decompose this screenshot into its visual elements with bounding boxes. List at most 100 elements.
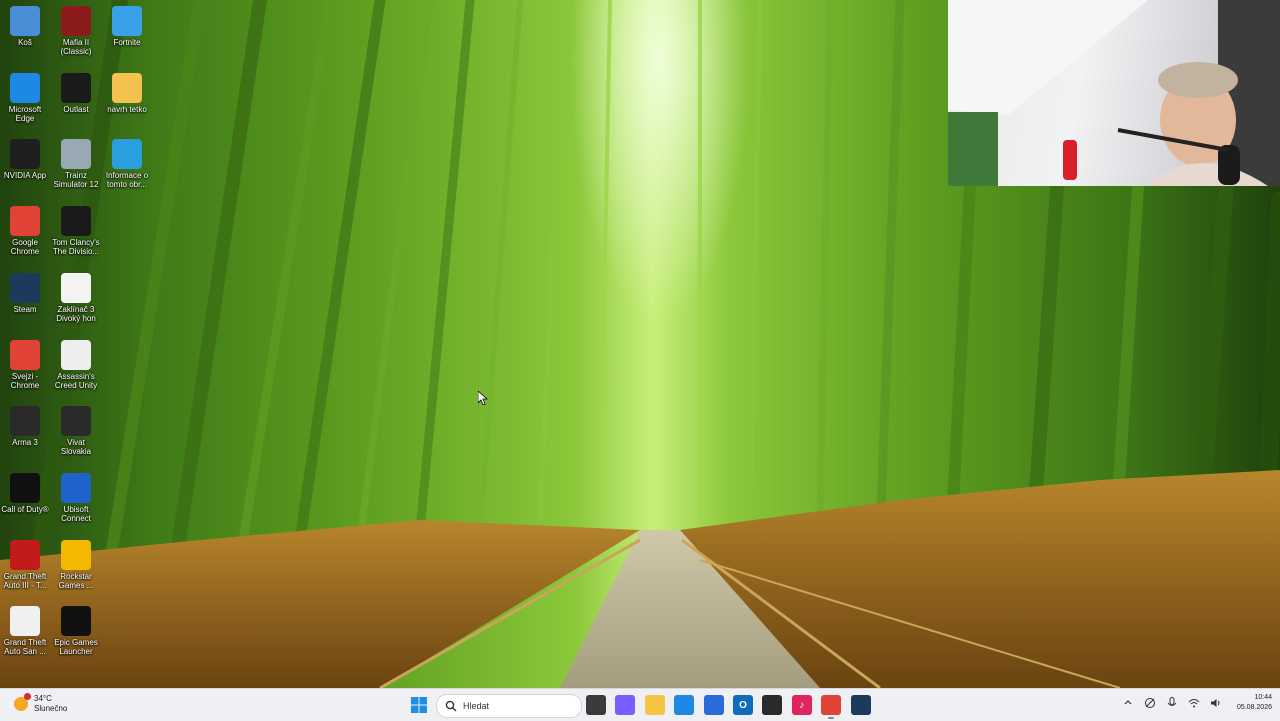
desktop-icon[interactable]: Microsoft Edge <box>0 69 50 123</box>
arma-icon <box>10 406 40 437</box>
search-icon <box>445 700 457 712</box>
webcam-overlay <box>948 0 1280 186</box>
desktop-icon-label: Microsoft Edge <box>8 104 42 123</box>
desktop-icon[interactable]: Steam <box>0 269 50 314</box>
nvidia-icon <box>10 139 40 170</box>
weather-condition: Slunečno <box>34 704 68 713</box>
taskbar-chrome-button[interactable] <box>821 695 842 719</box>
desktop-icon-label: Trainz Simulator 12 <box>53 171 99 190</box>
desktop-icon[interactable]: Trainz Simulator 12 <box>51 135 101 189</box>
taskbar-file-explorer-button[interactable] <box>644 695 665 715</box>
desktop-icon-label: Svejzi - Chrome <box>10 371 40 390</box>
webcam-person-image <box>948 0 1280 186</box>
desktop-icon[interactable]: Mafia II (Classic) <box>51 2 101 56</box>
desktop-icon-label: NVIDIA App <box>3 171 47 181</box>
cursor-arrow-icon <box>477 390 489 406</box>
desktop-icon[interactable]: Vivat Slovakia <box>51 402 101 456</box>
epic-games-icon <box>61 606 91 637</box>
desktop-icon-label: Zaklínač 3 Divoký hon <box>56 304 96 323</box>
gta3-icon <box>10 539 40 570</box>
edge-icon <box>10 72 40 103</box>
vivat-icon <box>61 406 91 437</box>
desktop-icon[interactable]: Grand Theft Auto San ... <box>0 602 50 656</box>
desktop-icon-label: Steam <box>13 304 37 314</box>
desktop-icon-label: Informace o tomto obr... <box>105 171 149 190</box>
outlook-icon: O <box>739 699 747 711</box>
tiktok-icon: ♪ <box>799 699 805 711</box>
desktop-icon-label: Ubisoft Connect <box>61 504 91 523</box>
steam-icon <box>10 272 40 303</box>
taskbar-search[interactable]: Hledat <box>436 694 582 718</box>
windows-logo-icon <box>411 697 427 713</box>
network-off-icon[interactable] <box>1143 696 1157 710</box>
desktop-icon-label: Call of Duty® <box>1 504 49 514</box>
fortnite-icon <box>112 6 142 36</box>
desktop-icon[interactable]: Tom Clancy's The Divisio... <box>51 202 101 256</box>
taskbar-steam-button[interactable] <box>850 695 871 715</box>
desktop-icon[interactable]: Google Chrome <box>0 202 50 256</box>
taskbar-edge-button[interactable] <box>674 695 695 715</box>
taskbar: 34°C Slunečno Hledat O ♪ 10:44 05.08.202… <box>0 688 1280 721</box>
chevron-up-icon[interactable] <box>1121 696 1135 710</box>
info-icon <box>112 139 142 170</box>
desktop-icon[interactable]: Zaklínač 3 Divoký hon <box>51 269 101 323</box>
taskbar-obs-button[interactable] <box>762 695 783 715</box>
wifi-icon[interactable] <box>1187 696 1201 710</box>
desktop-icon[interactable]: Grand Theft Auto III - T... <box>0 536 50 590</box>
clock-time: 10:44 <box>1254 694 1272 701</box>
taskbar-task-view-button[interactable] <box>586 695 606 715</box>
notification-badge <box>24 693 31 700</box>
desktop-icon[interactable]: Outlast <box>51 69 101 114</box>
desktop-icon-label: Arma 3 <box>12 438 38 448</box>
desktop-icon-label: Epic Games Launcher <box>54 638 98 657</box>
desktop-icon-label: Rockstar Games ... <box>58 571 94 590</box>
desktop-icon[interactable]: Svejzi - Chrome <box>0 336 50 390</box>
system-tray: 10:44 05.08.2026 <box>1117 693 1272 713</box>
desktop-icon[interactable]: Call of Duty® <box>0 469 50 514</box>
desktop-icon-label: Grand Theft Auto San ... <box>3 638 47 657</box>
folder-icon <box>112 72 142 103</box>
desktop-icon[interactable]: Arma 3 <box>0 402 50 447</box>
recycle-bin-icon <box>10 6 40 36</box>
chrome-profile-icon <box>10 339 40 370</box>
witcher-icon <box>61 272 91 303</box>
desktop-icon-label: Vivat Slovakia <box>60 438 92 457</box>
desktop-icon[interactable]: navrh tetko <box>102 69 152 114</box>
start-button[interactable] <box>409 695 429 715</box>
desktop-icon[interactable]: Rockstar Games ... <box>51 536 101 590</box>
trainz-icon <box>61 139 91 170</box>
taskbar-copilot-button[interactable] <box>615 695 636 715</box>
microphone-icon[interactable] <box>1165 696 1179 710</box>
desktop-icon[interactable]: Informace o tomto obr... <box>102 135 152 189</box>
ubisoft-icon <box>61 472 91 503</box>
division-icon <box>61 206 91 237</box>
desktop-icon-label: Koš <box>18 38 32 47</box>
desktop-icon[interactable]: Assassin's Creed Unity <box>51 336 101 390</box>
search-placeholder: Hledat <box>463 701 490 711</box>
desktop-icon-label: Assassin's Creed Unity <box>54 371 98 390</box>
taskbar-store-button[interactable] <box>703 695 724 715</box>
sun-icon <box>14 693 31 711</box>
weather-widget[interactable]: 34°C Slunečno <box>14 693 68 714</box>
desktop-icon-label: Outlast <box>63 104 89 114</box>
desktop-icon[interactable]: Epic Games Launcher <box>51 602 101 656</box>
outlast-icon <box>61 72 91 103</box>
desktop-icon-label: Google Chrome <box>10 238 40 257</box>
mafia-icon <box>61 6 91 36</box>
cod-icon <box>10 472 40 503</box>
volume-icon[interactable] <box>1209 696 1223 710</box>
desktop-icon[interactable]: NVIDIA App <box>0 135 50 180</box>
desktop-icon-label: navrh tetko <box>107 104 147 114</box>
desktop-icon[interactable]: Ubisoft Connect <box>51 469 101 523</box>
chrome-icon <box>10 206 40 237</box>
weather-temperature: 34°C <box>34 694 52 703</box>
desktop-icon-label: Fortnite <box>113 38 141 47</box>
taskbar-outlook-button[interactable]: O <box>733 695 753 715</box>
desktop-icon[interactable]: Fortnite <box>102 2 152 47</box>
clock-date: 05.08.2026 <box>1236 704 1272 711</box>
desktop-icon-label: Mafia II (Classic) <box>60 38 92 56</box>
taskbar-tiktok-button[interactable]: ♪ <box>791 695 812 715</box>
gta-sa-icon <box>10 606 40 637</box>
desktop-icon[interactable]: Koš <box>0 2 50 47</box>
clock[interactable]: 10:44 05.08.2026 <box>1237 693 1272 713</box>
